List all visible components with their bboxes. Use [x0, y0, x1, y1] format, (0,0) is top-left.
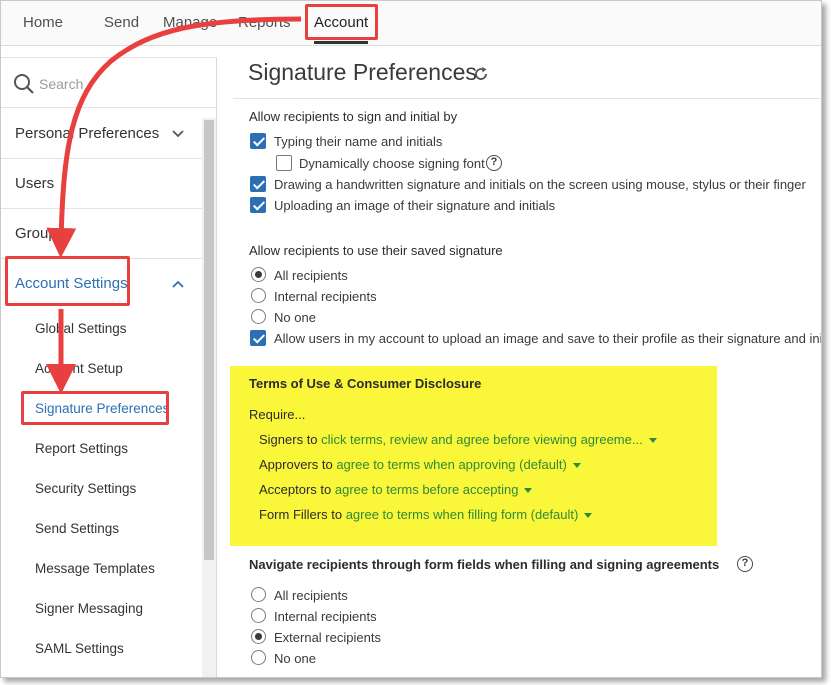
- checkbox-uploading[interactable]: [250, 197, 266, 213]
- radio-navigate-no-one[interactable]: [251, 650, 266, 665]
- checkbox-dynamic-font[interactable]: [276, 155, 292, 171]
- terms-dropdown-approvers[interactable]: agree to terms when approving (default): [336, 457, 581, 472]
- search-icon: [14, 74, 34, 94]
- require-label: Require...: [249, 407, 306, 422]
- radio-navigate-all[interactable]: [251, 587, 266, 602]
- radio-saved-internal[interactable]: [251, 288, 266, 303]
- terms-row-acceptors: Acceptors to agree to terms before accep…: [259, 482, 533, 497]
- terms-row-form-fillers: Form Fillers to agree to terms when fill…: [259, 507, 593, 522]
- sidebar-subitem-report-settings[interactable]: Report Settings: [35, 441, 128, 456]
- radio-label: Internal recipients: [274, 289, 377, 304]
- caret-down-icon: [524, 488, 533, 494]
- radio-saved-all[interactable]: [251, 267, 266, 282]
- chevron-up-icon: [172, 280, 184, 288]
- annotation-box-signature-preferences: [21, 391, 169, 425]
- caret-down-icon: [572, 463, 581, 469]
- search-input[interactable]: Search: [39, 76, 83, 92]
- sidebar-subitem-send-settings[interactable]: Send Settings: [35, 521, 119, 536]
- sidebar-subitem-message-templates[interactable]: Message Templates: [35, 561, 155, 576]
- option-label-upload-profile: Allow users in my account to upload an i…: [274, 331, 822, 346]
- radio-navigate-internal[interactable]: [251, 608, 266, 623]
- sidebar-subitem-global-settings[interactable]: Global Settings: [35, 321, 127, 336]
- radio-label: No one: [274, 651, 316, 666]
- nav-send[interactable]: Send: [104, 14, 139, 31]
- option-label-uploading: Uploading an image of their signature an…: [274, 198, 556, 213]
- caret-down-icon: [584, 513, 593, 519]
- search-box[interactable]: Search: [1, 58, 217, 108]
- radio-label: Internal recipients: [274, 609, 377, 624]
- sidebar-subitem-saml-settings[interactable]: SAML Settings: [35, 641, 124, 656]
- nav-home[interactable]: Home: [23, 14, 63, 31]
- terms-role-label: Form Fillers to: [259, 507, 343, 522]
- section-heading-saved-signature: Allow recipients to use their saved sign…: [249, 243, 503, 258]
- help-icon[interactable]: ?: [737, 556, 753, 572]
- terms-role-label: Approvers to: [259, 457, 333, 472]
- section-heading-navigate: Navigate recipients through form fields …: [249, 557, 720, 572]
- active-tab-indicator: [314, 41, 368, 44]
- sidebar-subitem-signer-messaging[interactable]: Signer Messaging: [35, 601, 143, 616]
- refresh-icon[interactable]: [473, 66, 489, 82]
- sidebar-item-personal-preferences[interactable]: Personal Preferences: [1, 109, 202, 159]
- checkbox-drawing[interactable]: [250, 176, 266, 192]
- option-label-drawing: Drawing a handwritten signature and init…: [274, 177, 806, 192]
- terms-dropdown-signers[interactable]: click terms, review and agree before vie…: [321, 432, 657, 447]
- chevron-down-icon: [172, 130, 184, 138]
- section-heading-terms: Terms of Use & Consumer Disclosure: [249, 376, 482, 391]
- terms-row-signers: Signers to click terms, review and agree…: [259, 432, 657, 447]
- help-icon[interactable]: ?: [486, 155, 502, 171]
- radio-label: No one: [274, 310, 316, 325]
- caret-down-icon: [648, 438, 657, 444]
- radio-label: All recipients: [274, 268, 348, 283]
- sidebar-item-groups[interactable]: Groups: [1, 209, 202, 259]
- option-label-typing: Typing their name and initials: [274, 134, 443, 149]
- annotation-box-account: [305, 4, 378, 40]
- terms-row-approvers: Approvers to agree to terms when approvi…: [259, 457, 581, 472]
- sidebar-item-label: Users: [15, 175, 55, 192]
- terms-dropdown-form-fillers[interactable]: agree to terms when filling form (defaul…: [346, 507, 593, 522]
- section-heading-sign: Allow recipients to sign and initial by: [249, 109, 458, 124]
- sidebar-subitem-account-setup[interactable]: Account Setup: [35, 361, 123, 376]
- top-navigation: Home Send Manage Reports Account: [1, 1, 821, 46]
- main-content: Signature Preferences Allow recipients t…: [230, 46, 822, 677]
- checkbox-typing[interactable]: [250, 133, 266, 149]
- sidebar-subitem-security-settings[interactable]: Security Settings: [35, 481, 136, 496]
- sidebar-item-label: Personal Preferences: [15, 125, 160, 142]
- terms-role-label: Signers to: [259, 432, 318, 447]
- terms-role-label: Acceptors to: [259, 482, 332, 497]
- app-window: Home Send Manage Reports Account Search …: [0, 0, 822, 678]
- radio-label: External recipients: [274, 630, 381, 645]
- sidebar-item-users[interactable]: Users: [1, 159, 202, 209]
- sidebar-scrollbar-thumb[interactable]: [204, 120, 214, 560]
- radio-label: All recipients: [274, 588, 348, 603]
- annotation-box-account-settings: [5, 256, 130, 306]
- terms-dropdown-acceptors[interactable]: agree to terms before accepting: [335, 482, 533, 497]
- radio-saved-no-one[interactable]: [251, 309, 266, 324]
- checkbox-upload-profile[interactable]: [250, 330, 266, 346]
- divider: [233, 98, 821, 99]
- option-label-dynamic-font: Dynamically choose signing font: [299, 156, 485, 171]
- sidebar-item-label: Groups: [15, 225, 65, 242]
- nav-reports[interactable]: Reports: [238, 14, 291, 31]
- radio-navigate-external[interactable]: [251, 629, 266, 644]
- sidebar: Search Personal Preferences Users Groups…: [1, 57, 217, 677]
- nav-manage[interactable]: Manage: [163, 14, 217, 31]
- page-title: Signature Preferences: [248, 59, 477, 85]
